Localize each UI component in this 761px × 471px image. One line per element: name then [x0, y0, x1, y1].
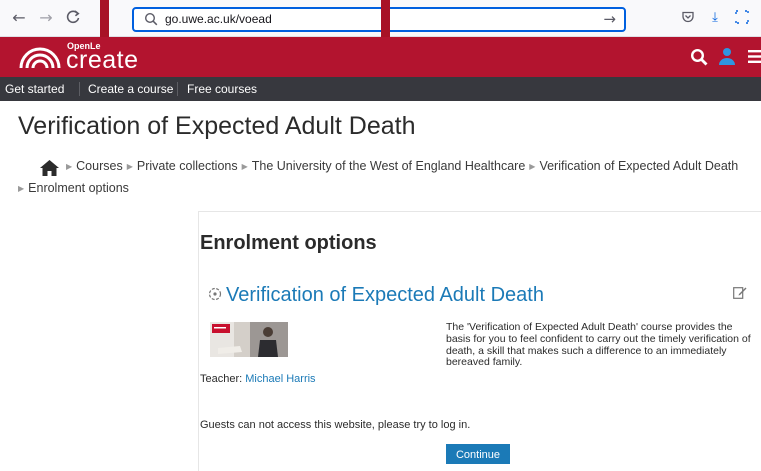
- edit-icon[interactable]: [733, 286, 747, 299]
- teacher-link[interactable]: Michael Harris: [245, 373, 315, 385]
- openlearn-logo-icon[interactable]: [18, 45, 62, 69]
- menu-icon[interactable]: [748, 49, 761, 64]
- forward-arrow-icon[interactable]: →: [37, 9, 55, 27]
- breadcrumb-separator-icon: ▶: [126, 162, 133, 171]
- breadcrumb-course[interactable]: Verification of Expected Adult Death: [539, 159, 738, 173]
- site-nav: Get started Create a course Free courses: [0, 77, 761, 101]
- nav-divider: [79, 82, 80, 96]
- teacher-line: Teacher: Michael Harris: [200, 373, 316, 385]
- download-icon[interactable]: ⤓: [707, 10, 723, 26]
- breadcrumb-enrolment-options: Enrolment options: [28, 181, 129, 195]
- teacher-label: Teacher:: [200, 373, 243, 385]
- enrolment-heading: Enrolment options: [200, 232, 377, 254]
- search-icon: [144, 12, 158, 26]
- nav-create-course[interactable]: Create a course: [88, 82, 173, 96]
- page-title: Verification of Expected Adult Death: [18, 112, 416, 140]
- nav-divider: [177, 82, 178, 96]
- breadcrumb-continued: ▶ Enrolment options: [18, 181, 129, 195]
- site-header: OpenLe create: [0, 37, 761, 77]
- breadcrumb-separator-icon: ▶: [18, 184, 25, 193]
- course-title-link[interactable]: Verification of Expected Adult Death: [226, 284, 544, 307]
- home-icon[interactable]: [40, 160, 59, 176]
- course-summary: The 'Verification of Expected Adult Deat…: [446, 321, 751, 369]
- address-bar[interactable]: go.uwe.ac.uk/voead →: [132, 7, 626, 32]
- user-icon[interactable]: [719, 47, 735, 65]
- breadcrumb-private-collections[interactable]: Private collections: [137, 159, 238, 173]
- reload-icon[interactable]: [64, 9, 82, 27]
- nav-get-started[interactable]: Get started: [5, 82, 64, 96]
- back-arrow-icon[interactable]: ←: [10, 9, 28, 27]
- breadcrumb-courses[interactable]: Courses: [76, 159, 123, 173]
- browser-toolbar: ← → go.uwe.ac.uk/voead → ⤓: [0, 0, 761, 37]
- breadcrumb: ▶ Courses ▶ Private collections ▶ The Univers…: [62, 159, 738, 173]
- breadcrumb-separator-icon: ▶: [529, 162, 536, 171]
- course-thumbnail[interactable]: [210, 322, 288, 357]
- brand-create-text[interactable]: create: [66, 47, 138, 73]
- continue-button[interactable]: Continue: [446, 444, 510, 464]
- breadcrumb-uwe-healthcare[interactable]: The University of the West of England He…: [252, 159, 526, 173]
- search-icon[interactable]: [690, 48, 708, 66]
- go-arrow-icon[interactable]: →: [603, 10, 616, 28]
- screenshot-icon[interactable]: [734, 10, 750, 26]
- pocket-icon[interactable]: [680, 10, 696, 26]
- nav-free-courses[interactable]: Free courses: [187, 82, 257, 96]
- guest-access-message: Guests can not access this website, plea…: [200, 419, 471, 431]
- breadcrumb-separator-icon: ▶: [241, 162, 248, 171]
- url-text[interactable]: go.uwe.ac.uk/voead: [165, 12, 272, 26]
- course-icon: [208, 287, 222, 301]
- breadcrumb-separator-icon: ▶: [66, 162, 73, 171]
